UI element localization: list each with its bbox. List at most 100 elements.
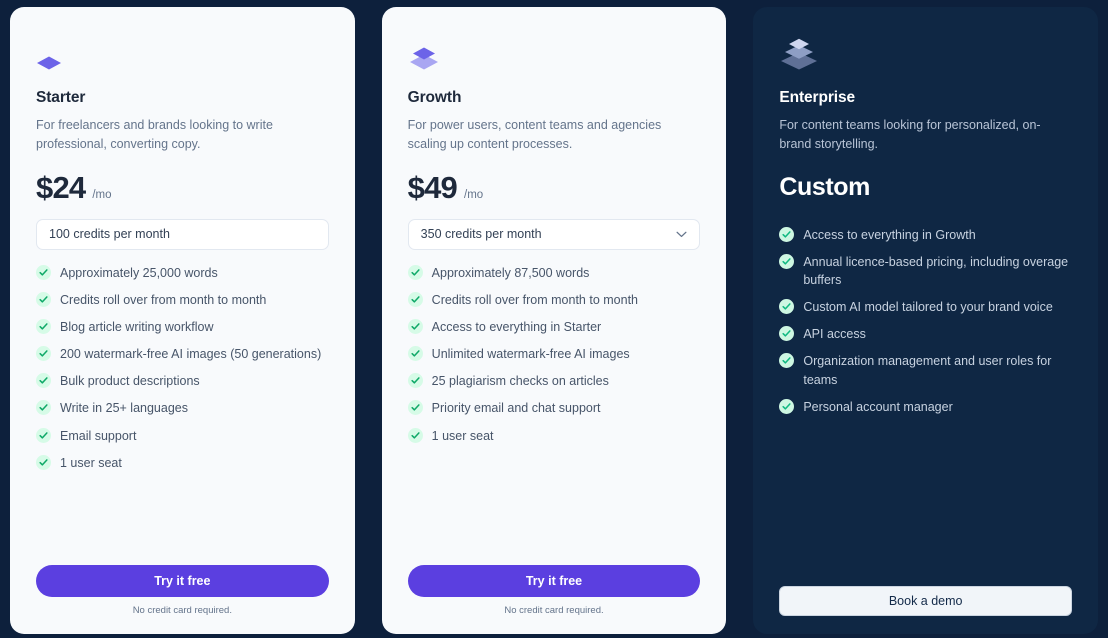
feature-label: Access to everything in Growth xyxy=(803,227,976,242)
layout-spacer xyxy=(36,472,329,565)
feature-label: Annual licence-based pricing, including … xyxy=(803,254,1069,287)
check-glyph xyxy=(39,377,48,384)
chevron-down-icon xyxy=(676,231,687,237)
cta-area: Try it free No credit card required. xyxy=(36,565,329,616)
pricing-plans-grid: Starter For freelancers and brands lookin… xyxy=(0,0,1108,638)
check-icon xyxy=(36,346,51,362)
feature-item: Access to everything in Growth xyxy=(779,226,1072,244)
pricing-card-starter: Starter For freelancers and brands lookin… xyxy=(10,7,355,634)
feature-item: Access to everything in Starter xyxy=(407,318,701,336)
feature-item: Priority email and chat support xyxy=(407,399,701,417)
feature-label: Email support xyxy=(60,428,137,443)
layout-spacer xyxy=(408,445,701,565)
feature-label: API access xyxy=(803,327,866,342)
plan-price-row: $24/mo xyxy=(36,172,329,203)
feature-item: 1 user seat xyxy=(407,427,701,445)
layers-2-icon xyxy=(408,37,701,71)
feature-item: Custom AI model tailored to your brand v… xyxy=(779,298,1072,316)
cta-area: Try it free No credit card required. xyxy=(407,565,701,616)
check-icon xyxy=(36,454,51,470)
check-glyph xyxy=(782,330,791,337)
check-glyph xyxy=(782,230,791,238)
credits-input[interactable]: 100 credits per month xyxy=(36,218,329,250)
check-icon xyxy=(407,427,423,443)
check-glyph xyxy=(782,357,791,364)
cta-button-growth[interactable]: Try it free xyxy=(407,565,701,597)
feature-item: API access xyxy=(779,325,1072,343)
feature-item: Approximately 25,000 words xyxy=(36,264,329,282)
plan-description: For freelancers and brands looking to wr… xyxy=(36,118,273,152)
plan-price-period: /mo xyxy=(92,188,112,201)
check-glyph xyxy=(39,296,48,303)
feature-item: 1 user seat xyxy=(36,454,329,472)
plan-description: For power users, content teams and agenc… xyxy=(407,118,662,152)
feature-list: Access to everything in Growth Annual lic… xyxy=(779,226,1072,416)
feature-item: Annual licence-based pricing, including … xyxy=(779,253,1072,289)
check-icon xyxy=(36,427,51,443)
check-glyph xyxy=(411,323,420,330)
feature-label: 1 user seat xyxy=(431,428,494,443)
plan-price: Custom xyxy=(779,172,870,201)
plan-price: $24 xyxy=(36,169,86,205)
feature-label: Write in 25+ languages xyxy=(60,401,188,416)
check-icon xyxy=(36,291,51,307)
feature-label: Personal account manager xyxy=(803,399,953,414)
feature-label: 200 watermark-free AI images (50 generat… xyxy=(60,347,322,362)
feature-label: Credits roll over from month to month xyxy=(60,292,267,307)
pricing-card-enterprise: Enterprise For content teams looking for … xyxy=(753,7,1099,634)
check-glyph xyxy=(39,458,48,466)
feature-label: Approximately 87,500 words xyxy=(431,265,590,280)
feature-label: Blog article writing workflow xyxy=(60,320,214,334)
plan-name: Starter xyxy=(36,89,86,106)
plan-name: Enterprise xyxy=(779,89,856,106)
feature-label: Access to everything in Starter xyxy=(431,320,602,334)
check-glyph xyxy=(411,296,420,303)
check-icon xyxy=(779,299,795,315)
cta-note: No credit card required. xyxy=(132,605,232,616)
feature-label: Custom AI model tailored to your brand v… xyxy=(803,300,1053,315)
feature-item: Personal account manager xyxy=(779,398,1072,416)
check-glyph xyxy=(411,350,420,357)
check-icon xyxy=(779,226,795,242)
check-icon xyxy=(779,353,795,369)
check-glyph xyxy=(39,350,48,357)
check-icon xyxy=(407,400,423,416)
pricing-card-growth: Growth For power users, content teams and… xyxy=(381,7,727,634)
feature-label: Bulk product descriptions xyxy=(60,374,200,389)
check-glyph xyxy=(39,431,48,439)
check-icon xyxy=(36,264,51,280)
cta-note: No credit card required. xyxy=(504,605,604,616)
feature-item: Credits roll over from month to month xyxy=(36,291,329,309)
cta-area: Book a demo xyxy=(779,586,1073,616)
check-glyph xyxy=(411,377,420,384)
layout-spacer xyxy=(779,416,1072,586)
plan-name: Growth xyxy=(407,89,462,106)
check-icon xyxy=(36,319,51,334)
plan-price-row: $49/mo xyxy=(408,172,701,203)
check-icon xyxy=(407,346,423,362)
plan-price-period: /mo xyxy=(464,188,484,201)
feature-item: Credits roll over from month to month xyxy=(407,291,701,309)
layers-1-icon xyxy=(36,37,329,71)
check-glyph xyxy=(782,303,791,310)
feature-item: Approximately 87,500 words xyxy=(407,264,701,282)
check-icon xyxy=(407,264,423,280)
check-glyph xyxy=(39,323,48,330)
credits-select[interactable]: 350 credits per month xyxy=(407,218,701,250)
feature-item: 200 watermark-free AI images (50 generat… xyxy=(36,345,329,363)
check-glyph xyxy=(39,404,48,411)
check-icon xyxy=(407,291,423,307)
cta-button-starter[interactable]: Try it free xyxy=(36,565,329,597)
feature-label: Approximately 25,000 words xyxy=(60,265,218,280)
feature-item: Bulk product descriptions xyxy=(36,372,329,390)
feature-item: Unlimited watermark-free AI images xyxy=(407,345,701,363)
check-glyph xyxy=(782,402,791,410)
credits-value: 350 credits per month xyxy=(420,227,542,242)
check-icon xyxy=(36,373,51,389)
feature-label: 1 user seat xyxy=(60,455,122,470)
feature-list: Approximately 87,500 words Credits roll o… xyxy=(407,264,701,445)
feature-item: Write in 25+ languages xyxy=(36,399,329,417)
cta-button-enterprise[interactable]: Book a demo xyxy=(779,586,1073,616)
feature-item: Email support xyxy=(36,427,329,445)
check-icon xyxy=(407,319,423,334)
